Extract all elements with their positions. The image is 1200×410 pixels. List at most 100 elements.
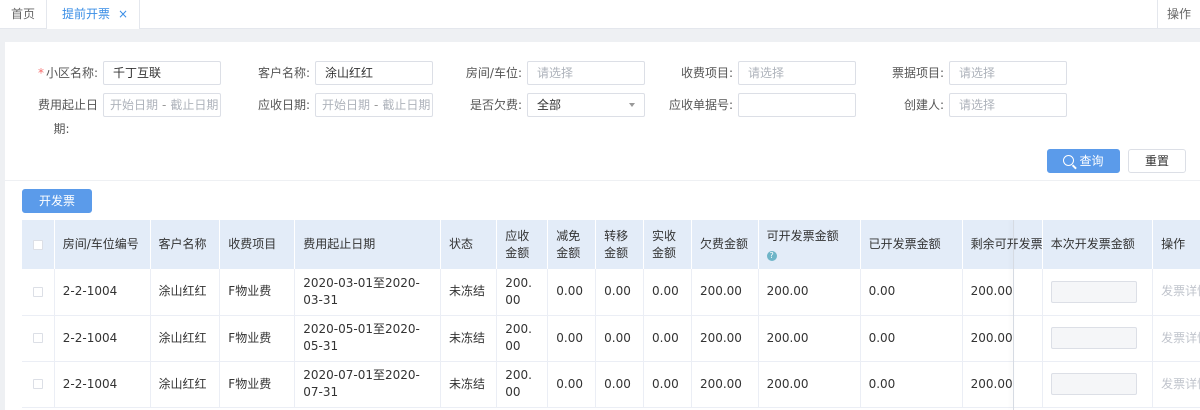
cell-receivable: 200.00 bbox=[496, 269, 549, 316]
community-label: * 小区名称: bbox=[37, 66, 98, 80]
help-icon[interactable]: ? bbox=[766, 250, 777, 261]
cell-invoiced: 0.00 bbox=[860, 269, 963, 316]
cell-customer: 涂山红红 bbox=[150, 361, 221, 408]
fee-table: 房间/车位编号 客户名称 收费项目 费用起止日期 状态 应收金额 减免金额 转移… bbox=[22, 220, 1200, 410]
col-period: 费用起止日期 bbox=[294, 220, 442, 269]
room-select[interactable]: 请选择 bbox=[527, 61, 645, 85]
cell-remaining: 200.00 bbox=[962, 361, 1043, 408]
cell-remaining: 200.00 bbox=[962, 269, 1043, 316]
cell-reduction: 0.00 bbox=[547, 361, 597, 408]
bill-item-select[interactable]: 请选择 bbox=[949, 61, 1067, 85]
cell-fee-item: F物业费 bbox=[219, 269, 296, 316]
tab-home[interactable]: 首页 bbox=[0, 0, 47, 29]
fee-date-label-line1: 费用起止日 bbox=[37, 98, 98, 112]
current-amount-input[interactable] bbox=[1050, 373, 1137, 395]
cell-transfer: 0.00 bbox=[595, 269, 645, 316]
receivable-no-label: 应收单据号: bbox=[668, 98, 733, 112]
col-received: 实收金额 bbox=[643, 220, 692, 269]
cell-receivable: 200.00 bbox=[496, 315, 549, 362]
fee-date-range[interactable]: 开始日期 - 截止日期 bbox=[103, 93, 221, 117]
receivable-no-input[interactable] bbox=[738, 93, 856, 117]
col-status: 状态 bbox=[440, 220, 498, 269]
query-button[interactable]: 查询 bbox=[1047, 149, 1120, 173]
col-customer: 客户名称 bbox=[150, 220, 221, 269]
cell-room: 2-2-1004 bbox=[54, 269, 151, 316]
creator-label: 创建人: bbox=[903, 98, 944, 112]
receivable-date-end[interactable]: 截止日期 bbox=[382, 98, 430, 112]
cell-invoiceable: 200.00 bbox=[758, 269, 861, 316]
creator-select[interactable]: 请选择 bbox=[949, 93, 1067, 117]
table-row: 2-2-1004 涂山红红 F物业费 2020-03-01至2020-03-31… bbox=[22, 269, 1200, 316]
col-room: 房间/车位编号 bbox=[54, 220, 151, 269]
issue-invoice-button[interactable]: 开发票 bbox=[22, 189, 92, 213]
receivable-date-start[interactable]: 开始日期 bbox=[322, 98, 370, 112]
select-all-checkbox[interactable] bbox=[32, 239, 43, 250]
cell-customer: 涂山红红 bbox=[150, 269, 221, 316]
current-amount-input[interactable] bbox=[1050, 327, 1137, 349]
invoice-detail-link[interactable]: 发票详情 bbox=[1161, 284, 1200, 298]
fixed-column-divider bbox=[1013, 220, 1014, 410]
receivable-date-label: 应收日期: bbox=[257, 98, 310, 112]
search-icon bbox=[1063, 155, 1075, 166]
reset-button[interactable]: 重置 bbox=[1128, 149, 1186, 173]
receivable-date-range[interactable]: 开始日期 - 截止日期 bbox=[315, 93, 433, 117]
cell-transfer: 0.00 bbox=[595, 315, 645, 362]
col-reduction: 减免金额 bbox=[547, 220, 597, 269]
tab-advance-invoice[interactable]: 提前开票 × bbox=[47, 0, 140, 29]
cell-arrears: 200.00 bbox=[691, 361, 759, 408]
col-transfer: 转移金额 bbox=[595, 220, 645, 269]
table-row: 2-2-1004 涂山红红 F物业费 2020-05-01至2020-05-31… bbox=[22, 315, 1200, 362]
col-invoiced: 已开发票金额 bbox=[860, 220, 963, 269]
cell-period: 2020-05-01至2020-05-31 bbox=[294, 315, 442, 362]
customer-input[interactable]: 涂山红红 bbox=[315, 61, 433, 85]
room-label: 房间/车位: bbox=[465, 66, 522, 80]
current-amount-input[interactable] bbox=[1050, 280, 1137, 303]
cell-status: 未冻结 bbox=[440, 315, 498, 362]
cell-reduction: 0.00 bbox=[547, 315, 597, 362]
customer-label: 客户名称: bbox=[257, 66, 310, 80]
table-header: 房间/车位编号 客户名称 收费项目 费用起止日期 状态 应收金额 减免金额 转移… bbox=[22, 220, 1200, 269]
cell-transfer: 0.00 bbox=[595, 361, 645, 408]
cell-status: 未冻结 bbox=[440, 269, 498, 316]
fee-date-end[interactable]: 截止日期 bbox=[170, 98, 218, 112]
cell-room: 2-2-1004 bbox=[54, 315, 151, 362]
cell-fee-item: F物业费 bbox=[219, 315, 296, 362]
cell-fee-item: F物业费 bbox=[219, 361, 296, 408]
cell-received: 0.00 bbox=[643, 315, 692, 362]
col-fee-item: 收费项目 bbox=[219, 220, 296, 269]
cell-remaining: 200.00 bbox=[962, 315, 1043, 362]
col-arrears: 欠费金额 bbox=[691, 220, 759, 269]
filter-divider bbox=[5, 180, 1200, 181]
col-ops: 操作 bbox=[1152, 220, 1200, 269]
invoice-detail-link[interactable]: 发票详情 bbox=[1161, 331, 1200, 345]
arrears-select[interactable]: 全部 bbox=[527, 93, 645, 117]
cell-invoiced: 0.00 bbox=[860, 315, 963, 362]
invoice-detail-link[interactable]: 发票详情 bbox=[1161, 377, 1200, 391]
row-checkbox[interactable] bbox=[32, 333, 43, 343]
cell-invoiced: 0.00 bbox=[860, 361, 963, 408]
cell-status: 未冻结 bbox=[440, 361, 498, 408]
col-current-amount: 本次开发票金额 bbox=[1042, 220, 1154, 269]
col-invoiceable: 可开发票金额? bbox=[758, 220, 861, 269]
fee-date-start[interactable]: 开始日期 bbox=[110, 98, 158, 112]
chevron-down-icon bbox=[629, 103, 635, 107]
fee-date-label-line2: 期: bbox=[53, 122, 70, 136]
cell-period: 2020-03-01至2020-03-31 bbox=[294, 269, 442, 316]
cell-customer: 涂山红红 bbox=[150, 315, 221, 362]
tab-advance-invoice-label: 提前开票 bbox=[62, 7, 111, 21]
cell-arrears: 200.00 bbox=[691, 269, 759, 316]
cell-reduction: 0.00 bbox=[547, 269, 597, 316]
community-input[interactable]: 千丁互联 bbox=[103, 61, 221, 85]
close-icon[interactable]: × bbox=[118, 0, 128, 28]
row-checkbox[interactable] bbox=[32, 379, 43, 389]
row-checkbox[interactable] bbox=[32, 286, 43, 297]
fee-item-select[interactable]: 请选择 bbox=[738, 61, 856, 85]
cell-invoiceable: 200.00 bbox=[758, 361, 861, 408]
cell-period: 2020-07-01至2020-07-31 bbox=[294, 361, 442, 408]
cell-room: 2-2-1004 bbox=[54, 361, 151, 408]
col-receivable: 应收金额 bbox=[496, 220, 549, 269]
tab-operations-menu[interactable]: 操作 bbox=[1157, 0, 1200, 29]
table-row: 2-2-1004 涂山红红 F物业费 2020-07-01至2020-07-31… bbox=[22, 361, 1200, 408]
tab-bar: 首页 提前开票 × 操作 bbox=[0, 0, 1200, 29]
bill-item-label: 票据项目: bbox=[891, 66, 944, 80]
